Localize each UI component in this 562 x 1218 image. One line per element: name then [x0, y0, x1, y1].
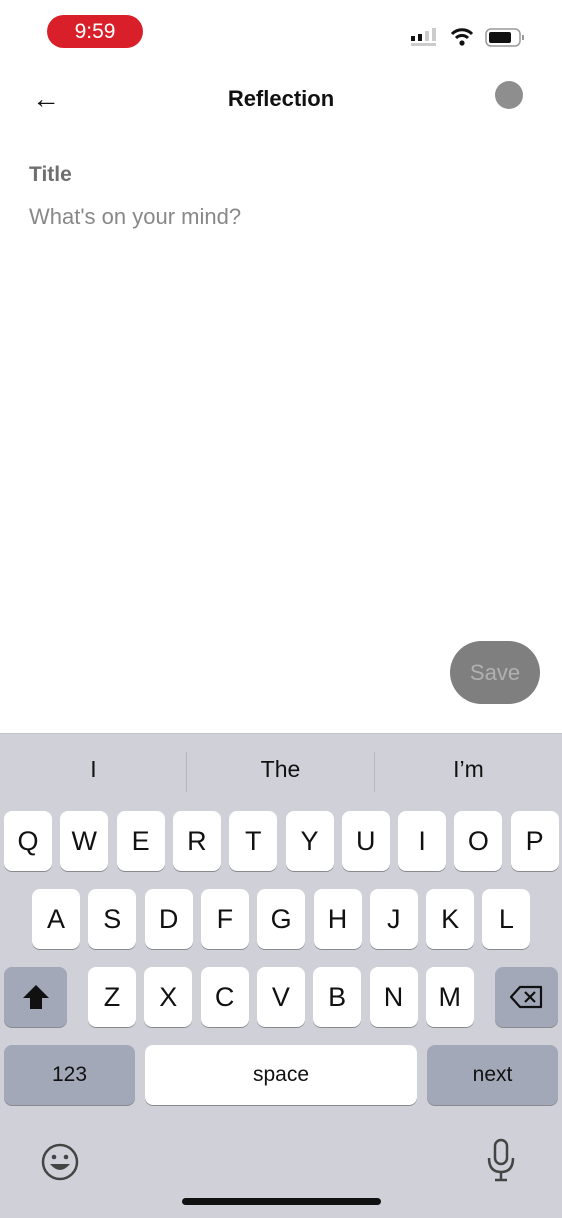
next-key[interactable]: next	[427, 1045, 558, 1105]
key-l[interactable]: L	[482, 889, 531, 949]
key-g[interactable]: G	[257, 889, 306, 949]
key-i[interactable]: I	[398, 811, 447, 871]
shift-arrow-icon	[22, 985, 49, 1009]
key-j[interactable]: J	[369, 889, 418, 949]
key-s[interactable]: S	[88, 889, 137, 949]
avatar[interactable]	[495, 81, 523, 109]
shift-key[interactable]	[4, 967, 67, 1027]
delete-key[interactable]	[495, 967, 558, 1027]
key-d[interactable]: D	[144, 889, 193, 949]
page-title: Reflection	[227, 86, 335, 111]
key-w[interactable]: W	[60, 811, 109, 871]
key-z[interactable]: Z	[88, 967, 136, 1027]
status-time: 9:59	[47, 15, 143, 48]
key-e[interactable]: E	[116, 811, 165, 871]
space-key[interactable]: space	[145, 1045, 417, 1105]
key-y[interactable]: Y	[285, 811, 334, 871]
signal-icon	[411, 28, 436, 46]
key-v[interactable]: V	[256, 967, 305, 1027]
key-t[interactable]: T	[229, 811, 278, 871]
key-u[interactable]: U	[341, 811, 390, 871]
keyboard: I The I’m QWERTYUIOPASDFGHJKLZXCVBNM 123…	[0, 733, 562, 1218]
microphone-icon[interactable]	[486, 1138, 516, 1182]
title-input[interactable]	[29, 204, 529, 230]
key-h[interactable]: H	[313, 889, 362, 949]
battery-icon	[485, 28, 524, 47]
emoji-icon[interactable]	[40, 1142, 80, 1182]
wifi-icon	[450, 28, 474, 46]
numbers-key[interactable]: 123	[4, 1045, 135, 1105]
key-c[interactable]: C	[200, 967, 249, 1027]
key-m[interactable]: M	[425, 967, 474, 1027]
key-q[interactable]: Q	[4, 811, 52, 871]
title-label: Title	[29, 163, 72, 186]
key-k[interactable]: K	[426, 889, 475, 949]
key-p[interactable]: P	[510, 811, 559, 871]
key-n[interactable]: N	[369, 967, 418, 1027]
key-o[interactable]: O	[454, 811, 503, 871]
suggestion-3[interactable]: I’m	[375, 756, 562, 783]
suggestion-1[interactable]: I	[0, 756, 187, 783]
home-indicator[interactable]	[182, 1198, 381, 1205]
key-x[interactable]: X	[144, 967, 193, 1027]
key-r[interactable]: R	[172, 811, 221, 871]
key-b[interactable]: B	[313, 967, 362, 1027]
key-a[interactable]: A	[32, 889, 80, 949]
key-f[interactable]: F	[200, 889, 249, 949]
suggestion-2[interactable]: The	[187, 756, 374, 783]
backspace-icon	[509, 985, 542, 1009]
save-button[interactable]: Save	[450, 641, 540, 704]
